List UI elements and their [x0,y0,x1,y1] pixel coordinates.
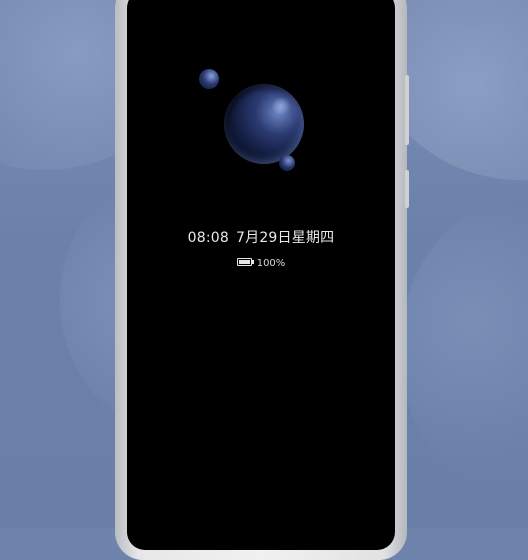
battery-status: 100% [127,258,395,269]
always-on-display-screen: 08:08 7月29日星期四 100% [127,0,395,550]
volume-button [405,75,409,145]
bubble-graphic-tiny [279,155,295,171]
battery-tip [251,260,254,264]
clock-date-line: 08:08 7月29日星期四 [127,227,395,247]
battery-icon [236,258,254,266]
battery-percent: 100% [256,258,286,269]
date-label: 7月29日星期四 [236,230,335,246]
wallpaper-curve [400,200,528,500]
clock-time: 08:08 [187,230,230,246]
bubble-graphic-small [199,69,219,89]
bubble-graphic-large [224,84,304,164]
power-button [405,170,409,208]
battery-level-fill [238,260,250,264]
